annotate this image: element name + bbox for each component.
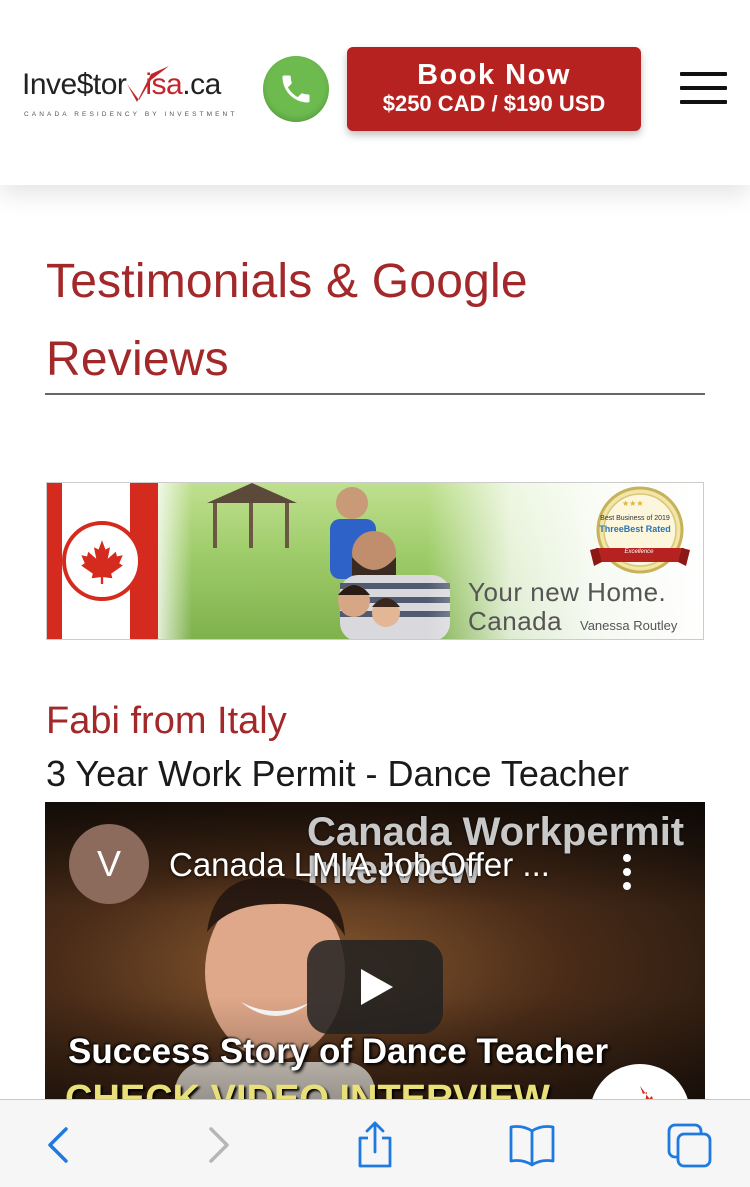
share-icon	[358, 1121, 392, 1168]
back-button[interactable]	[34, 1120, 84, 1170]
maple-leaf-emblem	[62, 521, 142, 601]
tabs-icon	[667, 1123, 712, 1168]
channel-watermark-logo	[590, 1064, 690, 1100]
video-title[interactable]: Canada LMIA Job Offer ...	[169, 846, 550, 884]
tabs-button[interactable]	[665, 1120, 715, 1170]
channel-avatar[interactable]: V	[69, 824, 149, 904]
banner-tagline-1: Your new Home.	[468, 577, 667, 607]
call-button[interactable]	[263, 56, 329, 122]
logo-checkmark-icon	[127, 66, 169, 102]
maple-leaf-icon	[81, 540, 123, 584]
forward-button[interactable]	[193, 1120, 243, 1170]
badge-year-label: Best Business of 2019	[600, 515, 670, 522]
investorvisa-logo[interactable]: Inve$torVisa.ca CANADA RESIDENCY BY INVE…	[22, 62, 244, 122]
banner-tagline-2: Canada	[468, 606, 563, 636]
bookmarks-button[interactable]	[507, 1120, 557, 1170]
hamburger-menu-icon[interactable]	[680, 72, 727, 106]
badge-brand-label: ThreeBest Rated	[599, 524, 671, 534]
title-divider	[45, 393, 705, 395]
testimonial-banner-image[interactable]: ★★★ Best Business of 2019 ThreeBest Rate…	[46, 482, 704, 640]
site-header: Inve$torVisa.ca CANADA RESIDENCY BY INVE…	[0, 0, 750, 185]
testimonial-name: Fabi from Italy	[46, 700, 287, 742]
bookmarks-icon	[509, 1125, 555, 1167]
phone-icon	[282, 75, 310, 103]
play-button[interactable]	[307, 940, 443, 1034]
banner-author: Vanessa Routley	[580, 618, 678, 633]
forward-icon	[209, 1127, 229, 1163]
maple-leaf-watermark-icon	[640, 1086, 658, 1100]
more-options-icon[interactable]	[617, 852, 637, 892]
share-button[interactable]	[350, 1120, 400, 1170]
book-now-price: $250 CAD / $190 USD	[382, 91, 606, 116]
book-now-button[interactable]: Book Now $250 CAD / $190 USD	[347, 47, 641, 131]
svg-text:★★★: ★★★	[622, 499, 644, 508]
back-icon	[48, 1127, 68, 1163]
youtube-video-embed[interactable]: Canada Workpermit Interview V Canada LMI…	[45, 802, 705, 1100]
flag-stripe-left	[47, 483, 62, 639]
badge-ribbon-label: Excellence	[624, 549, 654, 555]
page-title: Testimonials & Google Reviews	[46, 255, 528, 386]
play-icon	[361, 969, 393, 1005]
video-caption-secondary: CHECK VIDEO INTERVIEW	[65, 1078, 550, 1100]
book-now-label: Book Now	[417, 59, 571, 91]
logo-tagline: CANADA RESIDENCY BY INVESTMENT	[24, 111, 238, 118]
browser-toolbar	[0, 1099, 750, 1187]
video-caption: Success Story of Dance Teacher	[68, 1032, 609, 1071]
testimonial-subtitle: 3 Year Work Permit - Dance Teacher	[46, 753, 629, 794]
